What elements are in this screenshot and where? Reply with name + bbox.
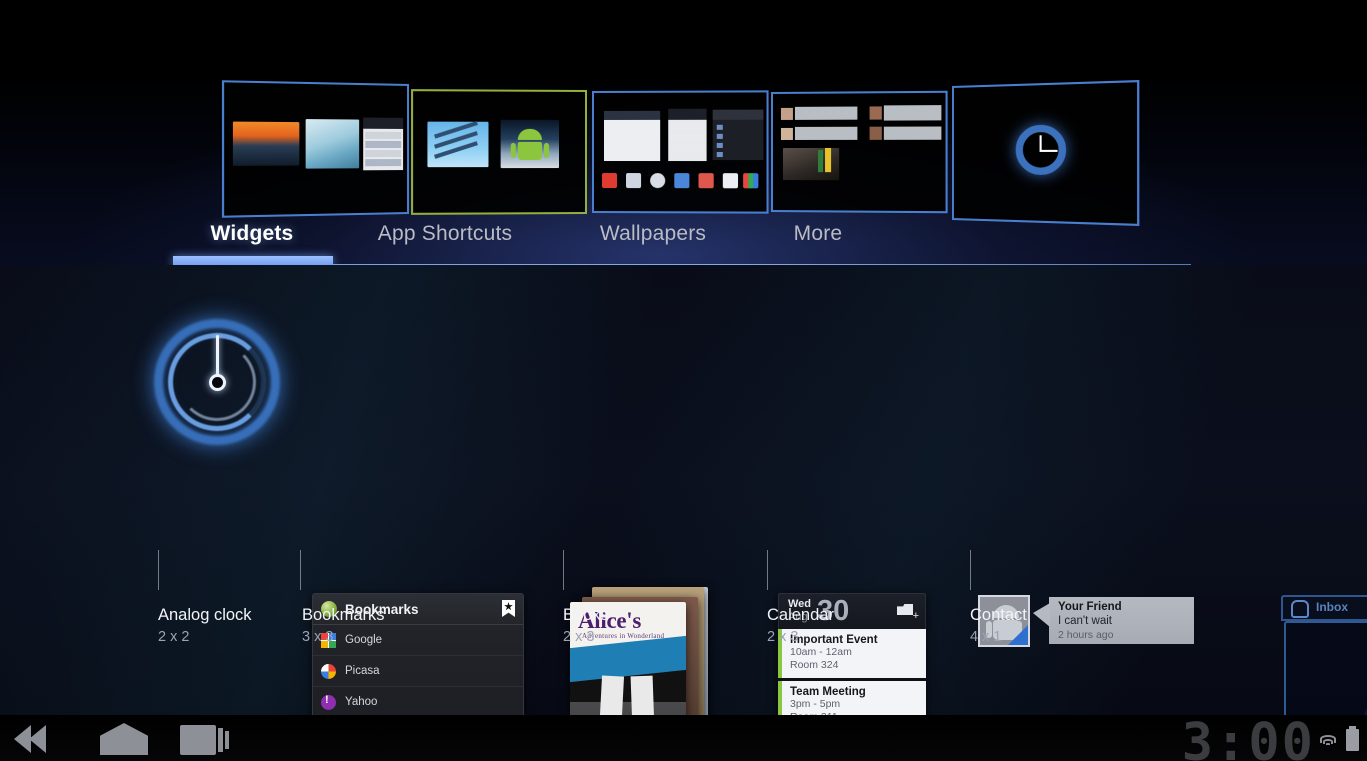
widget-title-books: Books xyxy=(563,606,609,625)
event-location: Room 324 xyxy=(790,659,919,672)
widget-size-books: 2 x 3 xyxy=(563,629,594,645)
bookmark-row[interactable]: Picasa xyxy=(313,656,523,687)
tab-widgets[interactable]: Widgets xyxy=(172,212,332,256)
inbox-title: Inbox xyxy=(1316,600,1348,614)
status-clock[interactable]: 3:00 xyxy=(1182,713,1315,761)
divider-tick xyxy=(300,550,301,590)
add-event-plus-icon: + xyxy=(913,612,919,620)
contact-name: Your Friend xyxy=(1058,601,1122,613)
divider-tick xyxy=(563,550,564,590)
bookmark-label: Picasa xyxy=(345,665,380,677)
system-navigation-bar: 3:00 xyxy=(0,715,1367,761)
bookmark-label: Yahoo xyxy=(345,696,377,708)
recent-apps-button[interactable] xyxy=(180,721,236,757)
event-time: 3pm - 5pm xyxy=(790,698,919,711)
calendar-event[interactable]: Team Meeting 3pm - 5pm Room 211 xyxy=(778,681,926,715)
event-time: 10am - 12am xyxy=(790,646,919,659)
panel-preview-wallpapers[interactable] xyxy=(592,90,769,213)
tab-more[interactable]: More xyxy=(762,212,874,256)
tab-app-shortcuts[interactable]: App Shortcuts xyxy=(352,212,538,256)
picasa-icon xyxy=(321,664,336,679)
divider-tick xyxy=(970,550,971,590)
inbox-widget-preview-partial[interactable]: Inbox xyxy=(1281,595,1367,715)
widget-title-bookmarks: Bookmarks xyxy=(302,606,385,625)
widget-cell-analog-clock[interactable] xyxy=(0,265,145,715)
tab-wallpapers[interactable]: Wallpapers xyxy=(565,212,741,256)
divider-tick xyxy=(158,550,159,590)
widget-size-contact: 4 x 1 xyxy=(970,629,1001,645)
inbox-body xyxy=(1284,621,1367,715)
bookmark-row[interactable]: Google xyxy=(313,625,523,656)
panel-preview-strip: Widgets App Shortcuts Wallpapers More xyxy=(0,0,1367,265)
bookmark-row[interactable]: Yahoo xyxy=(313,687,523,715)
widget-gallery: Analog clock 2 x 2 Bookmarks Google Pica… xyxy=(0,265,1367,715)
back-button[interactable] xyxy=(12,721,68,757)
inbox-header: Inbox xyxy=(1281,595,1367,621)
panel-preview-app-shortcuts[interactable] xyxy=(411,89,587,215)
battery-icon[interactable] xyxy=(1346,729,1359,751)
lock-icon xyxy=(1291,600,1309,618)
contact-message: I can't wait xyxy=(1058,615,1112,627)
yahoo-icon xyxy=(321,695,336,710)
widget-size-bookmarks: 3 x 3 xyxy=(302,629,333,645)
home-customization-screen: Widgets App Shortcuts Wallpapers More An… xyxy=(0,0,1367,761)
bookmark-star-icon xyxy=(502,600,515,617)
analog-clock-widget-preview[interactable] xyxy=(148,313,286,451)
widget-title-calendar: Calendar xyxy=(767,606,834,625)
add-event-icon[interactable] xyxy=(897,604,913,615)
contact-timestamp: 2 hours ago xyxy=(1058,629,1113,641)
workspace-panels xyxy=(0,0,1367,232)
widget-title-contact: Contact xyxy=(970,606,1027,625)
widget-size-calendar: 2 x 3 xyxy=(767,629,798,645)
divider-tick xyxy=(767,550,768,590)
panel-preview-more[interactable] xyxy=(771,91,948,213)
widget-size-analog-clock: 2 x 2 xyxy=(158,629,189,645)
home-button[interactable] xyxy=(96,721,152,757)
wifi-icon[interactable] xyxy=(1319,735,1337,751)
panel-preview-clock-screen[interactable] xyxy=(952,80,1139,226)
widget-title-analog-clock: Analog clock xyxy=(158,606,252,625)
panel-preview-widgets[interactable] xyxy=(222,80,409,218)
calendar-event[interactable]: Important Event 10am - 12am Room 324 xyxy=(778,629,926,678)
bookmark-label: Google xyxy=(345,634,382,646)
event-title: Team Meeting xyxy=(790,686,919,698)
event-title: Important Event xyxy=(790,634,919,646)
contact-message-bubble: Your Friend I can't wait 2 hours ago xyxy=(1049,597,1194,644)
